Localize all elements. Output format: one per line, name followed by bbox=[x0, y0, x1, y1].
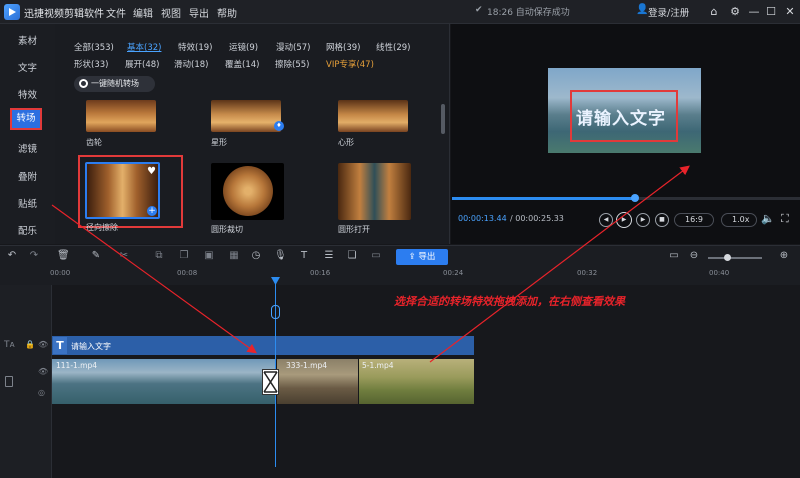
annotation-arrows bbox=[51, 165, 690, 363]
arrow-to-preview bbox=[429, 165, 690, 363]
arrow-to-timeline bbox=[51, 204, 257, 354]
